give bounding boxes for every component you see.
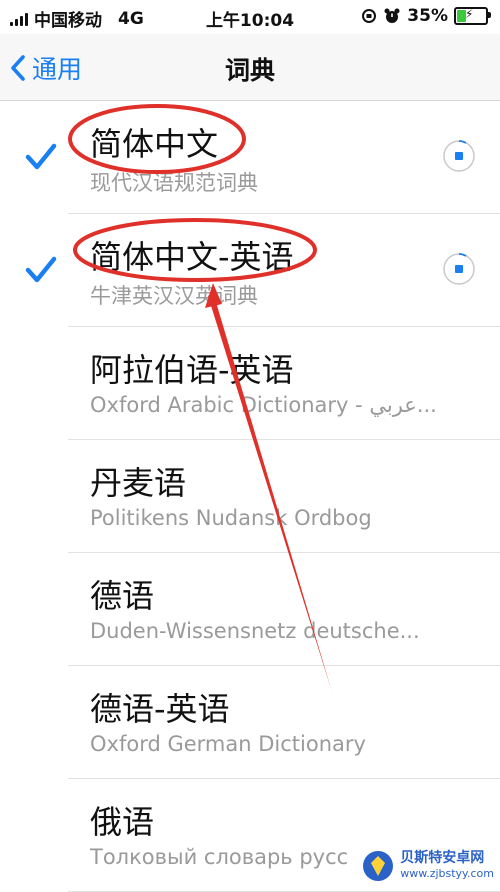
dictionary-row[interactable]: 德语-英语 Oxford German Dictionary [0,666,500,779]
dictionary-list: 简体中文现代汉语规范词典简体中文-英语牛津英汉汉英词典阿拉伯语-英语 Oxford… [0,101,500,892]
dictionary-title: 丹麦语 [90,464,187,502]
dictionary-row[interactable]: 简体中文-英语牛津英汉汉英词典 [0,214,500,327]
battery-percent: 35% [407,6,448,26]
checkmark-icon [25,143,57,170]
alarm-icon [384,8,400,23]
dictionary-title: 德语 [90,577,155,615]
dictionary-title: 阿拉伯语-英语 [90,351,294,389]
dictionary-row[interactable]: 简体中文现代汉语规范词典 [0,101,500,214]
dictionary-subtitle: 现代汉语规范词典 [90,171,258,195]
dictionary-title: 俄语 [90,803,155,841]
checkmark-icon [25,256,57,283]
watermark-logo-icon [363,851,394,881]
dictionary-subtitle: Duden-Wissensnetz deutsche... [90,619,420,643]
dictionary-title: 简体中文-英语 [90,238,294,276]
dictionary-row[interactable]: 阿拉伯语-英语 Oxford Arabic Dictionary - عربي..… [0,327,500,440]
dictionary-row[interactable]: 丹麦语 Politikens Nudansk Ordbog [0,440,500,553]
dictionary-subtitle: 牛津英汉汉英词典 [90,284,258,308]
page-title: 词典 [224,56,275,85]
dictionary-title: 德语-英语 [90,690,230,728]
watermark: 贝斯特安卓网 www.zjbstyy.com [362,850,494,882]
download-progress-icon[interactable] [442,252,476,286]
orientation-lock-icon [362,9,377,23]
dictionary-subtitle: Politikens Nudansk Ordbog [90,506,372,530]
dictionary-title: 简体中文 [90,125,219,163]
watermark-name: 贝斯特安卓网 [400,850,485,866]
navigation-bar: 通用 词典 [0,34,500,101]
dictionary-subtitle: Oxford Arabic Dictionary - عربي... [90,393,437,417]
status-bar: 中国移动 4G 上午10:04 35% ⚡ [0,0,500,34]
download-progress-icon[interactable] [442,139,476,173]
dictionary-subtitle: Толковый словарь русс [90,845,349,869]
watermark-url: www.zjbstyy.com [400,867,494,880]
status-right: 35% ⚡ [361,6,491,26]
battery-charging-icon: ⚡ [454,7,491,25]
dictionary-row[interactable]: 德语 Duden-Wissensnetz deutsche... [0,553,500,666]
dictionary-subtitle: Oxford German Dictionary [90,732,366,756]
